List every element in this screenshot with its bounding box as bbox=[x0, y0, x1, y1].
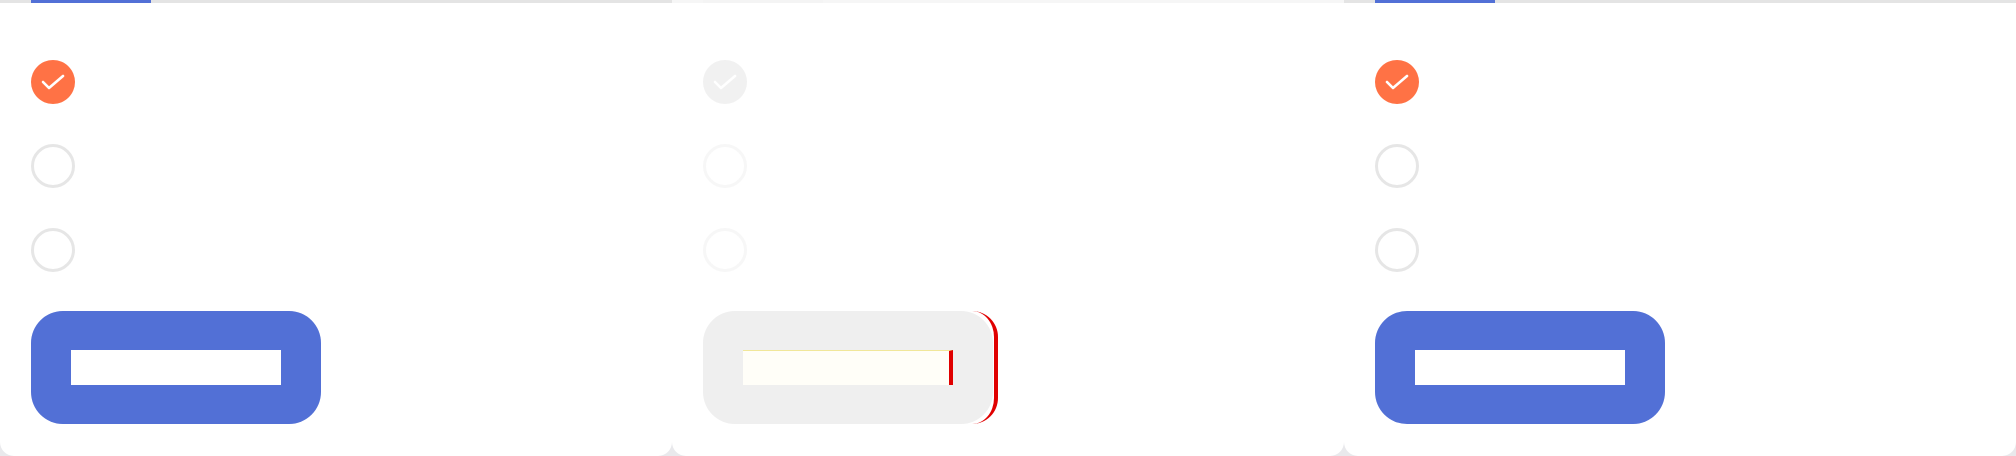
radio-unchecked bbox=[703, 144, 747, 188]
option-list bbox=[1375, 60, 1437, 312]
active-tab-indicator bbox=[703, 0, 823, 3]
active-tab-indicator bbox=[31, 0, 151, 3]
radio-checked[interactable] bbox=[31, 60, 75, 104]
option-3[interactable] bbox=[31, 228, 93, 272]
active-tab-indicator bbox=[1375, 0, 1495, 3]
submit-button-disabled bbox=[703, 311, 998, 424]
check-icon bbox=[713, 74, 737, 90]
option-2[interactable] bbox=[31, 144, 93, 188]
quiz-panel-enabled bbox=[1344, 0, 2016, 456]
submit-label bbox=[71, 350, 281, 385]
radio-checked[interactable] bbox=[1375, 60, 1419, 104]
radio-unchecked[interactable] bbox=[31, 144, 75, 188]
submit-label bbox=[1415, 350, 1625, 385]
option-1[interactable] bbox=[1375, 60, 1437, 104]
option-2[interactable] bbox=[1375, 144, 1437, 188]
quiz-panel-enabled bbox=[0, 0, 672, 456]
radio-unchecked bbox=[703, 228, 747, 272]
option-3 bbox=[703, 228, 765, 272]
option-2 bbox=[703, 144, 765, 188]
option-3[interactable] bbox=[1375, 228, 1437, 272]
submit-button[interactable] bbox=[31, 311, 321, 424]
radio-checked bbox=[703, 60, 747, 104]
check-icon bbox=[41, 74, 65, 90]
option-1[interactable] bbox=[31, 60, 93, 104]
option-list bbox=[703, 60, 765, 312]
submit-label bbox=[743, 350, 953, 385]
option-list bbox=[31, 60, 93, 312]
radio-unchecked[interactable] bbox=[1375, 144, 1419, 188]
submit-button[interactable] bbox=[1375, 311, 1665, 424]
quiz-panel-disabled bbox=[672, 0, 1344, 456]
check-icon bbox=[1385, 74, 1409, 90]
radio-unchecked[interactable] bbox=[31, 228, 75, 272]
option-1 bbox=[703, 60, 765, 104]
quiz-stage bbox=[0, 0, 2016, 456]
radio-unchecked[interactable] bbox=[1375, 228, 1419, 272]
